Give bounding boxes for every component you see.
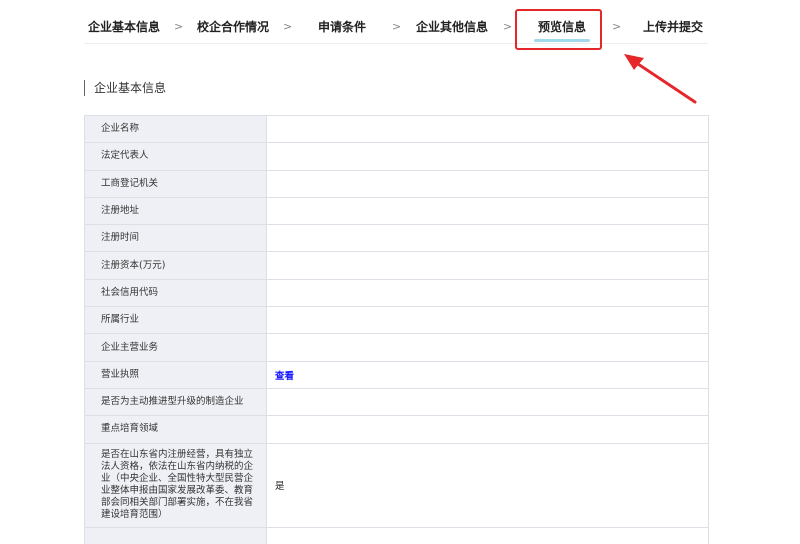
step-conditions[interactable]: 申请条件 bbox=[318, 18, 366, 35]
step-separator: > bbox=[392, 20, 402, 33]
table-row: 注册地址 bbox=[84, 196, 709, 226]
row-label: 社会信用代码 bbox=[84, 278, 267, 308]
table-row: 所属行业 bbox=[84, 306, 709, 335]
row-value bbox=[266, 114, 709, 144]
table-row: 是否为主动推进型升级的制造企业 bbox=[84, 387, 709, 417]
table-row: 工商登记机关 bbox=[84, 169, 709, 198]
table-row: 注册资本(万元) bbox=[84, 251, 709, 280]
table-row: 社会信用代码 bbox=[84, 278, 709, 308]
step-other-info[interactable]: 企业其他信息 bbox=[416, 18, 488, 35]
row-value: 是 bbox=[266, 442, 709, 528]
section-title: 企业基本信息 bbox=[84, 80, 166, 96]
row-value bbox=[266, 278, 709, 308]
row-label: 注册资本(万元) bbox=[84, 251, 267, 280]
step-separator: > bbox=[283, 20, 293, 33]
table-row bbox=[84, 526, 709, 544]
row-value bbox=[266, 251, 709, 280]
row-value bbox=[266, 306, 709, 335]
highlight-box bbox=[515, 9, 602, 50]
step-navigation: 企业基本信息 > 校企合作情况 > 申请条件 > 企业其他信息 > 预览信息 >… bbox=[84, 0, 708, 44]
row-value: 查看 bbox=[266, 360, 709, 389]
row-label: 注册时间 bbox=[84, 224, 267, 253]
row-label: 所属行业 bbox=[84, 306, 267, 335]
step-basic-info[interactable]: 企业基本信息 bbox=[88, 18, 160, 35]
row-value bbox=[266, 169, 709, 198]
enterprise-info-table: 企业名称 法定代表人 工商登记机关 注册地址 注册时间 注册资本(万元) 社会信… bbox=[84, 114, 709, 544]
view-license-link[interactable]: 查看 bbox=[275, 371, 294, 382]
table-row: 企业主营业务 bbox=[84, 333, 709, 362]
row-label: 是否为主动推进型升级的制造企业 bbox=[84, 387, 267, 417]
table-row: 注册时间 bbox=[84, 224, 709, 253]
row-label: 注册地址 bbox=[84, 196, 267, 226]
row-value bbox=[266, 526, 709, 544]
row-label bbox=[84, 526, 267, 544]
row-label: 重点培育领域 bbox=[84, 415, 267, 444]
row-value bbox=[266, 333, 709, 362]
step-separator: > bbox=[612, 20, 622, 33]
row-value bbox=[266, 142, 709, 171]
row-label: 是否在山东省内注册经营，具有独立法人资格，依法在山东省内纳税的企业（中央企业、全… bbox=[84, 442, 267, 528]
table-row: 重点培育领域 bbox=[84, 415, 709, 444]
step-separator: > bbox=[174, 20, 184, 33]
row-label: 工商登记机关 bbox=[84, 169, 267, 198]
row-label: 企业名称 bbox=[84, 114, 267, 144]
step-separator: > bbox=[503, 20, 513, 33]
row-label: 营业执照 bbox=[84, 360, 267, 389]
table-row: 营业执照 查看 bbox=[84, 360, 709, 389]
row-value bbox=[266, 224, 709, 253]
annotation-arrow-icon bbox=[624, 54, 697, 104]
step-upload-submit[interactable]: 上传并提交 bbox=[643, 18, 703, 35]
row-value bbox=[266, 415, 709, 444]
row-label: 法定代表人 bbox=[84, 142, 267, 171]
step-cooperation[interactable]: 校企合作情况 bbox=[197, 18, 269, 35]
row-label: 企业主营业务 bbox=[84, 333, 267, 362]
row-value bbox=[266, 196, 709, 226]
row-value bbox=[266, 387, 709, 417]
table-row: 企业名称 bbox=[84, 114, 709, 144]
table-row: 是否在山东省内注册经营，具有独立法人资格，依法在山东省内纳税的企业（中央企业、全… bbox=[84, 442, 709, 528]
table-row: 法定代表人 bbox=[84, 142, 709, 171]
